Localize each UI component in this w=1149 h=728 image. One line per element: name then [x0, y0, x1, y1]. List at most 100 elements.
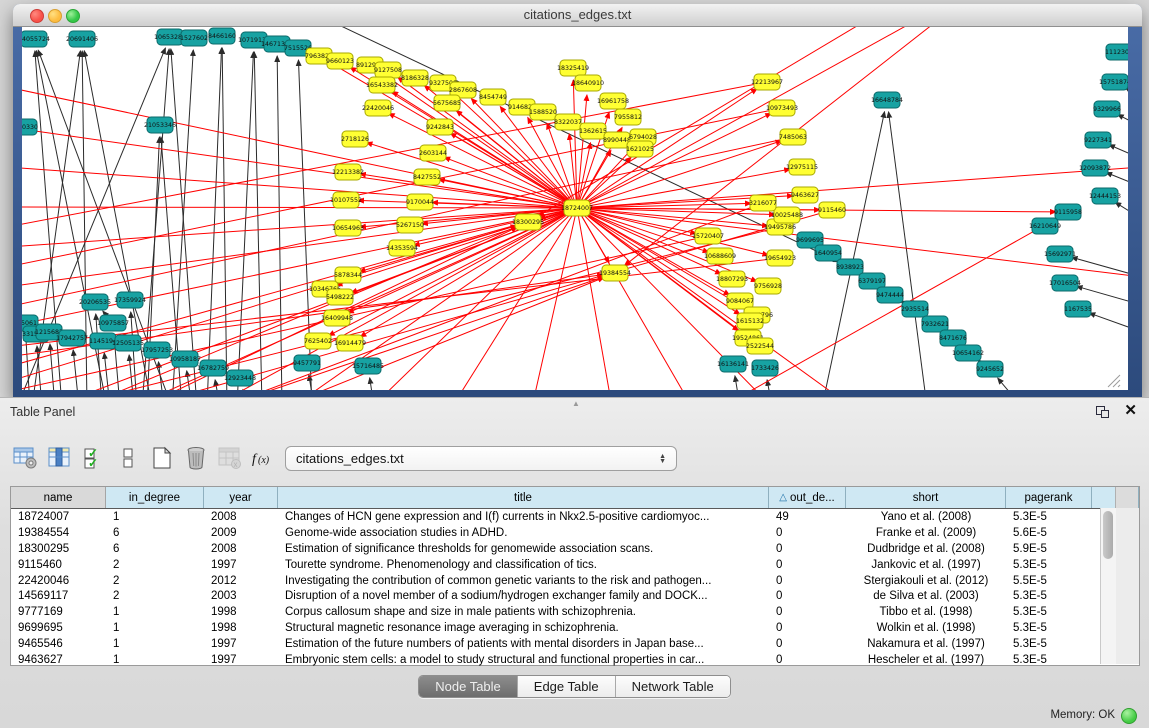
network-node[interactable]: 5675685: [433, 95, 461, 111]
network-node[interactable]: 15692971: [1044, 246, 1076, 262]
network-node[interactable]: 20691406: [66, 31, 98, 47]
network-node[interactable]: 2718126: [341, 131, 369, 147]
network-node[interactable]: 8466160: [208, 28, 236, 44]
column-header-year[interactable]: year: [204, 487, 278, 508]
network-node[interactable]: 9170044: [406, 194, 434, 210]
network-node[interactable]: 15716485: [352, 358, 384, 374]
network-node[interactable]: 16210649: [1029, 218, 1061, 234]
table-row[interactable]: 946554611997Estimation of the future num…: [11, 636, 1139, 652]
network-node[interactable]: 16782759: [197, 360, 229, 376]
network-node[interactable]: 12975115: [786, 159, 818, 175]
network-node[interactable]: 12444153: [1089, 188, 1121, 204]
window-titlebar[interactable]: citations_edges.txt: [13, 4, 1142, 27]
row-height-icon[interactable]: [114, 445, 141, 472]
network-node[interactable]: 7625402: [304, 333, 332, 349]
table-row[interactable]: 946362711997Embryonic stem cells: a mode…: [11, 652, 1139, 666]
column-header-out_de[interactable]: △out_de...: [769, 487, 846, 508]
network-node[interactable]: 9756928: [754, 278, 782, 294]
tab-node-table[interactable]: Node Table: [419, 676, 518, 697]
delete-table-icon[interactable]: [182, 445, 209, 472]
new-table-icon[interactable]: [148, 445, 175, 472]
network-node[interactable]: 7955812: [614, 109, 642, 125]
network-node[interactable]: 12213382: [332, 164, 364, 180]
column-header-short[interactable]: short: [846, 487, 1006, 508]
network-node[interactable]: 10975857: [97, 315, 129, 331]
table-row[interactable]: 1830029562008Estimation of significance …: [11, 541, 1139, 557]
network-node[interactable]: 9115460: [818, 202, 846, 218]
network-node[interactable]: 8427552: [413, 169, 441, 185]
network-node[interactable]: 18300295: [512, 214, 544, 230]
table-row[interactable]: 977716911998Corpus callosum shape and si…: [11, 604, 1139, 620]
table-row[interactable]: 1872400712008Changes of HCN gene express…: [11, 509, 1139, 525]
network-node[interactable]: 9660123: [326, 53, 354, 69]
network-node[interactable]: 1527602: [180, 30, 208, 46]
selection-mode-icon[interactable]: ✓✓: [80, 445, 107, 472]
network-node[interactable]: 16961758: [597, 93, 629, 109]
network-node[interactable]: 20206535: [79, 294, 111, 310]
network-node[interactable]: 21053346: [144, 117, 176, 133]
network-canvas[interactable]: 1872400724055724206914061065328715276028…: [22, 27, 1128, 390]
table-row[interactable]: 969969511998Structural magnetic resonanc…: [11, 620, 1139, 636]
network-node[interactable]: 2935514: [901, 301, 929, 317]
column-header-title[interactable]: title: [278, 487, 769, 508]
network-node[interactable]: 5498222: [326, 289, 354, 305]
table-options-icon[interactable]: [12, 445, 39, 472]
network-node[interactable]: 1615132: [736, 313, 764, 329]
network-node[interactable]: 12505135: [112, 335, 144, 351]
network-node[interactable]: 19654923: [764, 250, 796, 266]
network-node[interactable]: 18807293: [716, 271, 748, 287]
network-node[interactable]: 16914479: [334, 335, 366, 351]
network-node[interactable]: 1112304: [1105, 44, 1128, 60]
network-node[interactable]: 9463627: [791, 187, 819, 203]
network-node[interactable]: 15751874: [1099, 74, 1128, 90]
network-node[interactable]: 1167535: [1064, 301, 1092, 317]
network-node[interactable]: 16136141: [717, 356, 749, 372]
network-node[interactable]: 9329966: [1093, 101, 1121, 117]
network-node[interactable]: 22420046: [362, 100, 394, 116]
network-node[interactable]: 3216077: [749, 195, 777, 211]
memory-status-label[interactable]: Memory: OK: [1050, 709, 1115, 721]
network-node[interactable]: 8471676: [939, 330, 967, 346]
panel-divider-grip[interactable]: ▲: [572, 399, 580, 408]
network-node[interactable]: 10973493: [766, 100, 798, 116]
close-panel-icon[interactable]: ✕: [1124, 401, 1137, 419]
network-node[interactable]: 16543382: [366, 77, 398, 93]
network-node[interactable]: 10654963: [332, 220, 364, 236]
network-node[interactable]: 12093872: [1079, 160, 1111, 176]
table-row[interactable]: 911546021997Tourette syndrome. Phenomeno…: [11, 557, 1139, 573]
network-node[interactable]: 7485063: [779, 129, 807, 145]
network-node[interactable]: 8938923: [836, 259, 864, 275]
function-builder-icon[interactable]: f(x): [250, 445, 277, 472]
network-node[interactable]: 8322037: [554, 114, 582, 130]
tab-network-table[interactable]: Network Table: [616, 676, 730, 697]
network-node[interactable]: 9227341: [1084, 132, 1112, 148]
table-vertical-scrollbar[interactable]: [1100, 508, 1116, 664]
table-row[interactable]: 1938455462009Genome-wide association stu…: [11, 525, 1139, 541]
network-node[interactable]: 17016504: [1049, 275, 1081, 291]
network-node[interactable]: 8186328: [401, 70, 429, 86]
network-node[interactable]: 5878344: [334, 267, 362, 283]
network-node[interactable]: 24055724: [22, 31, 50, 47]
column-visibility-icon[interactable]: [46, 445, 73, 472]
network-node[interactable]: 1588520: [529, 104, 557, 120]
network-node[interactable]: 18325419: [557, 60, 589, 76]
network-node[interactable]: 18640910: [572, 75, 604, 91]
column-header-pagerank[interactable]: pagerank: [1006, 487, 1092, 508]
network-node-hub[interactable]: 18724007: [561, 200, 593, 216]
network-node[interactable]: 1733426: [751, 360, 779, 376]
canvas-resize-grip[interactable]: [1108, 375, 1120, 387]
network-node[interactable]: 1640954: [814, 245, 842, 261]
network-node[interactable]: 9474444: [876, 287, 904, 303]
network-node[interactable]: 10107552: [330, 192, 362, 208]
network-node[interactable]: 12923448: [224, 370, 256, 386]
network-node[interactable]: 5267150: [396, 217, 424, 233]
network-node[interactable]: 17359924: [114, 292, 146, 308]
network-node[interactable]: 9115958: [1054, 204, 1082, 220]
network-node[interactable]: 1621025: [626, 141, 654, 157]
network-node[interactable]: 9245652: [976, 361, 1004, 377]
network-node[interactable]: 19384554: [599, 265, 631, 281]
network-node[interactable]: 12213967: [751, 74, 783, 90]
table-selector-dropdown[interactable]: citations_edges.txt ▲▼: [285, 446, 677, 471]
scrollbar-thumb[interactable]: [1103, 511, 1113, 559]
table-row[interactable]: 2242004622012Investigating the contribut…: [11, 573, 1139, 589]
